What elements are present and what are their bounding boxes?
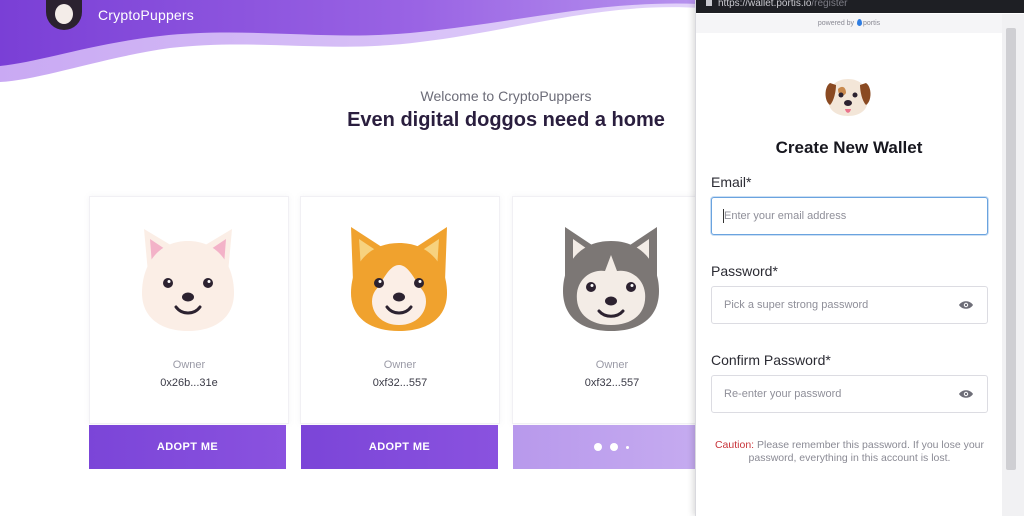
powered-by-text: powered by [817, 20, 855, 27]
confirm-password-label: Confirm Password* [711, 352, 831, 368]
puppy-card-2[interactable]: Owner 0xf32...557 [300, 196, 500, 424]
brand-name: CryptoPuppers [98, 7, 194, 23]
powered-by-banner: powered by portis [696, 14, 1002, 33]
scrollbar-thumb[interactable] [1006, 28, 1016, 470]
loading-dot-icon [626, 445, 629, 449]
loading-dot-icon [594, 443, 602, 451]
white-dog-icon [142, 229, 234, 331]
owner-label: Owner [172, 359, 206, 371]
popup-url-bar: https://wallet.portis.io/register [696, 0, 1024, 13]
eye-icon[interactable] [959, 389, 973, 399]
confirm-password-field[interactable]: Re-enter your password [711, 375, 988, 413]
adopt-me-button-loading[interactable] [513, 425, 710, 469]
url-path: /register [811, 0, 848, 9]
owner-label: Owner [383, 359, 417, 371]
portis-drop-icon [857, 19, 863, 26]
husky-dog-icon [563, 227, 659, 331]
url-host: https://wallet.portis.io [718, 0, 812, 9]
adopt-me-button[interactable]: ADOPT ME [89, 425, 286, 469]
brand[interactable]: CryptoPuppers [46, 0, 194, 30]
password-label: Password* [711, 263, 778, 279]
owner-label: Owner [595, 359, 629, 371]
adopt-me-button[interactable]: ADOPT ME [301, 425, 498, 469]
eye-icon[interactable] [959, 300, 973, 310]
brand-logo-icon [46, 0, 82, 30]
caution-message: Caution: Please remember this password. … [711, 439, 988, 465]
email-placeholder: Enter your email address [724, 210, 847, 222]
owner-address: 0xf32...557 [584, 377, 640, 389]
dog-face-icon [825, 79, 871, 116]
portis-popup-window: https://wallet.portis.io/register powere… [695, 0, 1024, 516]
cryptopuppers-page: CryptoPuppers Welcome to CryptoPuppers E… [0, 0, 1024, 516]
puppy-card-1[interactable]: Owner 0x26b...31e [89, 196, 289, 424]
password-field[interactable]: Pick a super strong password [711, 286, 988, 324]
email-field[interactable]: Enter your email address [711, 197, 988, 235]
owner-address: 0xf32...557 [372, 377, 428, 389]
lock-icon [706, 0, 712, 6]
powered-by-brand: portis [863, 20, 881, 27]
caution-text: Please remember this password. If you lo… [748, 439, 985, 464]
loading-dot-icon [610, 443, 618, 451]
corgi-dog-icon [351, 227, 447, 331]
password-placeholder: Pick a super strong password [724, 299, 869, 311]
owner-address: 0x26b...31e [160, 377, 218, 389]
caution-label: Caution: [714, 439, 755, 451]
puppy-card-3[interactable]: Owner 0xf32...557 [512, 196, 712, 424]
confirm-password-placeholder: Re-enter your password [724, 388, 842, 400]
email-label: Email* [711, 174, 752, 190]
create-wallet-title: Create New Wallet [775, 138, 923, 157]
